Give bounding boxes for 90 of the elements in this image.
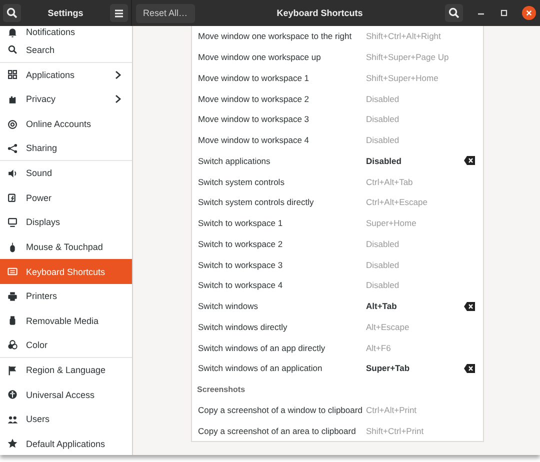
keyboard-icon (7, 266, 18, 278)
shortcut-name: Copy a screenshot of a window to clipboard (198, 404, 364, 415)
shortcut-keys: Disabled (366, 280, 464, 290)
shortcut-name: Move window to workspace 4 (198, 135, 310, 146)
sidebar-item[interactable]: Color (0, 333, 132, 358)
sidebar-title: Settings (48, 8, 84, 18)
shortcut-keys: Disabled (366, 135, 464, 146)
sidebar-item[interactable]: Users (0, 406, 132, 432)
shortcut-keys: Alt+Tab (366, 301, 464, 312)
section-heading: Screenshots (197, 384, 246, 394)
search-button[interactable] (445, 4, 463, 22)
bell-icon (7, 26, 18, 38)
shortcut-keys: Shift+Super+Page Up (366, 52, 464, 62)
mouse-icon (7, 242, 18, 253)
shortcut-keys: Alt+F6 (366, 342, 464, 353)
sidebar-item[interactable]: Universal Access (0, 382, 132, 407)
sidebar-item[interactable]: Applications (0, 62, 132, 88)
star-icon (7, 438, 18, 450)
shortcut-name: Move window to workspace 2 (198, 94, 310, 104)
sidebar-item[interactable]: Mouse & Touchpad (0, 234, 132, 260)
shortcut-keys: Ctrl+Alt+Escape (366, 197, 464, 208)
sidebar-item[interactable]: Printers (0, 284, 132, 309)
shortcut-name: Switch to workspace 2 (198, 238, 284, 249)
shortcut-name: Move window one workspace to the right (198, 31, 353, 42)
shortcut-keys: Disabled (366, 114, 464, 124)
search-icon (6, 7, 18, 19)
shortcut-name: Switch system controls (198, 176, 286, 187)
sidebar-item[interactable]: Displays (0, 210, 132, 235)
at-sign-icon (7, 118, 18, 130)
shortcut-name: Move window one workspace up (198, 52, 322, 62)
shortcut-name: Move window to workspace 1 (198, 72, 310, 83)
sidebar-item[interactable]: Default Applications (0, 432, 132, 455)
shortcut-keys: Disabled (366, 94, 464, 104)
reset-shortcut-icon[interactable] (464, 302, 475, 311)
search-icon (7, 44, 18, 56)
shortcut-name: Switch windows (198, 301, 259, 312)
flag-icon (7, 364, 18, 376)
printer-icon (7, 290, 18, 302)
chevron-right-icon (114, 94, 122, 104)
sidebar-item[interactable]: Privacy (0, 87, 132, 112)
chevron-right-icon (114, 70, 122, 80)
menu-button[interactable] (110, 4, 128, 22)
monitor-icon (7, 216, 18, 228)
sidebar-item[interactable]: Sharing (0, 136, 132, 161)
shortcut-keys: Shift+Ctrl+Print (366, 426, 464, 436)
sidebar-item[interactable]: Keyboard Shortcuts (0, 259, 132, 284)
shortcut-name: Switch windows directly (198, 322, 288, 332)
sidebar-item[interactable]: Online Accounts (0, 112, 132, 136)
shortcut-name: Switch windows of an application (198, 363, 324, 374)
search-icon (448, 7, 460, 19)
shortcut-keys: Super+Home (366, 218, 464, 228)
maximize-button[interactable] (499, 8, 509, 18)
color-icon (7, 339, 18, 350)
shortcut-keys: Alt+Escape (366, 322, 464, 332)
reset-shortcut-icon[interactable] (464, 156, 475, 166)
usb-drive-icon (7, 315, 18, 326)
shortcut-keys: Shift+Ctrl+Alt+Right (366, 31, 464, 42)
window-title: Keyboard Shortcuts (276, 8, 364, 18)
battery-icon (7, 192, 18, 204)
shortcut-name: Copy a screenshot of an area to clipboard (198, 426, 357, 436)
reset-shortcut-icon[interactable] (464, 364, 475, 373)
shortcut-keys: Ctrl+Alt+Tab (366, 176, 464, 187)
shortcut-keys: Disabled (366, 260, 464, 270)
shortcut-keys: Shift+Super+Home (366, 72, 464, 83)
search-button[interactable] (3, 4, 21, 22)
sidebar-item[interactable]: Region & Language (0, 358, 132, 382)
reset-all-button[interactable]: Reset All… (136, 4, 195, 22)
shortcut-keys: Super+Tab (366, 363, 464, 374)
sidebar-item[interactable]: Search (0, 38, 132, 63)
users-icon (7, 414, 18, 425)
shortcut-keys: Ctrl+Alt+Print (366, 404, 464, 415)
shortcut-name: Switch to workspace 3 (198, 260, 284, 270)
sidebar-item[interactable]: Sound (0, 160, 132, 186)
shortcut-keys: Disabled (366, 156, 464, 166)
menu-icon (114, 8, 124, 18)
close-button[interactable] (522, 6, 536, 20)
sidebar-item[interactable]: Removable Media (0, 308, 132, 334)
shortcut-name: Move window to workspace 3 (198, 114, 310, 124)
accessibility-icon (7, 389, 18, 400)
shortcut-name: Switch windows of an app directly (198, 342, 326, 353)
shortcut-name: Switch applications (198, 156, 272, 166)
share-icon (7, 142, 18, 154)
shortcut-keys: Disabled (366, 238, 464, 249)
shortcut-name: Switch to workspace 1 (198, 218, 284, 228)
sidebar-item[interactable]: Notifications (0, 26, 132, 38)
sidebar-item[interactable]: Power (0, 186, 132, 210)
shortcut-name: Switch system controls directly (198, 197, 315, 208)
grid-icon (7, 69, 18, 80)
shortcut-name: Switch to workspace 4 (198, 280, 284, 290)
speaker-icon (7, 168, 18, 179)
